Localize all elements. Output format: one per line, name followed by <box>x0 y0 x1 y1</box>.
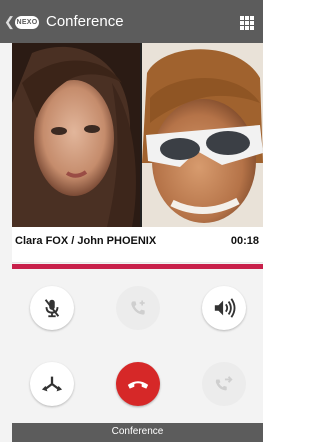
bottom-bar-label[interactable]: Conference <box>12 426 263 437</box>
bottom-bar: Conference <box>12 423 263 442</box>
video-area <box>12 43 263 227</box>
app-screen: ❮ NEXO Conference Clara FOX / John PHOEN… <box>0 0 263 442</box>
transfer-button[interactable] <box>202 362 246 406</box>
participant-photo-right <box>142 43 263 227</box>
call-timer: 00:18 <box>230 235 259 247</box>
caller-names: Clara FOX / John PHOENIX <box>15 235 157 247</box>
merge-calls-icon <box>41 376 63 392</box>
transfer-icon <box>215 376 233 391</box>
participant-photo-left <box>12 43 140 227</box>
app-logo[interactable]: NEXO <box>15 16 39 29</box>
hangup-button[interactable] <box>116 362 160 406</box>
participant-video-right[interactable] <box>142 43 263 227</box>
grid-icon[interactable] <box>240 16 254 30</box>
page-title: Conference <box>46 13 124 30</box>
speaker-icon <box>214 298 236 318</box>
speaker-button[interactable] <box>202 286 246 330</box>
add-call-icon <box>131 300 145 315</box>
action-bar: ❮ NEXO Conference <box>0 0 263 43</box>
add-call-button[interactable] <box>116 286 160 330</box>
hangup-icon <box>127 381 149 389</box>
mute-button[interactable] <box>30 286 74 330</box>
merge-calls-button[interactable] <box>30 362 74 406</box>
chevron-left-icon[interactable]: ❮ <box>4 14 15 30</box>
call-controls <box>12 269 263 423</box>
mic-muted-icon <box>44 299 60 318</box>
participant-video-left[interactable] <box>12 43 140 227</box>
call-info-row: Clara FOX / John PHOENIX 00:18 <box>12 227 263 263</box>
